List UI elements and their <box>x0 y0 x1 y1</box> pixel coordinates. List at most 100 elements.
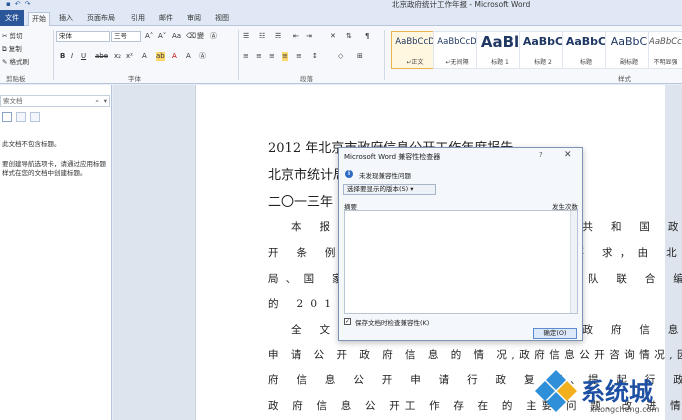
style-title[interactable]: AaBbC 标题 <box>562 31 610 69</box>
text-effects-icon[interactable]: A <box>142 52 147 61</box>
paragraph-group-label: 段落 <box>300 75 313 83</box>
style-preview: AaBbC <box>610 35 648 48</box>
style-preview: AaBbCcD <box>395 37 435 47</box>
window-title: 北京政府统计工作年报 - Microsoft Word <box>392 0 531 9</box>
nav-no-headings-text: 此文档不包含标题。 <box>2 140 61 148</box>
style-subtitle[interactable]: AaBbC 副标题 <box>605 31 653 69</box>
dropdown-icon[interactable]: ▾ <box>104 96 107 106</box>
grow-font-icon[interactable]: A˄ <box>145 32 153 41</box>
format-painter-button[interactable]: ✎ 格式刷 <box>2 56 29 66</box>
borders-icon[interactable]: ⊞ <box>357 52 363 61</box>
sort-icon[interactable]: ⇅ <box>346 32 352 41</box>
cut-label: 剪切 <box>9 32 23 40</box>
shrink-font-icon[interactable]: A˅ <box>158 32 166 41</box>
decrease-indent-icon[interactable]: ⇤ <box>293 32 299 41</box>
char-shading-icon[interactable]: A <box>186 52 191 61</box>
tab-references[interactable]: 引用 <box>128 12 148 26</box>
style-name: ↵正文 <box>406 59 424 66</box>
numbering-icon[interactable]: ☷ <box>259 32 265 41</box>
clear-format-icon[interactable]: ⌫ <box>186 32 196 41</box>
superscript-icon[interactable]: x² <box>126 52 133 61</box>
info-icon: i <box>345 170 353 178</box>
issues-list-scrollbar[interactable] <box>570 211 577 313</box>
justify-icon[interactable]: ≡ <box>282 52 288 61</box>
bullets-icon[interactable]: ☰ <box>243 32 249 41</box>
show-marks-icon[interactable]: ¶ <box>365 32 369 41</box>
chinese-layout-icon[interactable]: ✕ <box>330 32 336 41</box>
redo-icon[interactable]: ↷ <box>25 0 31 10</box>
ribbon-tabs: 文件 开始 插入 页面布局 引用 邮件 审阅 视图 <box>0 10 682 26</box>
font-name-select[interactable]: 宋体 <box>56 31 110 42</box>
search-icon[interactable]: ⌕ <box>95 96 99 106</box>
group-separator <box>53 30 54 80</box>
close-icon[interactable]: ✕ <box>564 150 572 160</box>
line-spacing-icon[interactable]: ↕ <box>312 52 318 61</box>
format-painter-label: 格式刷 <box>9 58 30 66</box>
style-heading-1[interactable]: AaBl 标题 1 <box>476 31 524 69</box>
style-preview: AaBbCcD <box>437 37 477 47</box>
enclose-char-icon[interactable]: Ⓐ <box>210 32 217 41</box>
cut-button[interactable]: ✂ 剪切 <box>2 30 23 40</box>
nav-pages-tab[interactable] <box>16 112 26 122</box>
underline-icon[interactable]: U <box>81 52 86 61</box>
increase-indent-icon[interactable]: ⇥ <box>306 32 312 41</box>
version-select-button[interactable]: 选择要显示的版本(S) ▾ <box>343 184 436 195</box>
multilevel-list-icon[interactable]: ☴ <box>275 32 281 41</box>
doc-paragraph-line: 申 请 公 开 政 府 信 息 的 情 况,政府信息公开咨询情况,因 政 <box>268 349 682 361</box>
distributed-icon[interactable]: ≡ <box>296 52 302 61</box>
change-case-icon[interactable]: Aa <box>172 32 181 41</box>
tab-insert[interactable]: 插入 <box>56 12 76 26</box>
undo-icon[interactable]: ↶ <box>15 0 21 10</box>
strikethrough-icon[interactable]: abe <box>95 52 108 61</box>
align-right-icon[interactable]: ≡ <box>269 52 275 61</box>
ok-button[interactable]: 确定(O) <box>533 328 577 339</box>
tab-mailings[interactable]: 邮件 <box>156 12 176 26</box>
shading-icon[interactable]: ◇ <box>338 52 343 61</box>
highlight-icon[interactable]: ab <box>156 52 165 61</box>
save-icon[interactable]: ▪ <box>6 0 11 10</box>
font-size-select[interactable]: 三号 <box>111 31 141 42</box>
doc-date-line: 二〇一三年 <box>268 195 334 210</box>
style-preview: AaBbCcD <box>649 37 682 47</box>
site-watermark: 系统城 xitongcheng.com <box>527 366 682 420</box>
tab-file[interactable]: 文件 <box>0 10 24 26</box>
nav-results-tab[interactable] <box>30 112 40 122</box>
style-preview: AaBbC <box>522 35 564 48</box>
align-left-icon[interactable]: ≡ <box>243 52 249 61</box>
styles-group-label: 样式 <box>618 75 631 83</box>
tab-home[interactable]: 开始 <box>28 12 50 26</box>
dialog-title: Microsoft Word 兼容性检查器 <box>344 153 441 161</box>
check-on-save-checkbox[interactable]: ✓ <box>344 318 351 325</box>
style-name: 标题 1 <box>491 59 509 66</box>
style-subtle-emphasis[interactable]: AaBbCcD 不明显强 <box>648 31 682 69</box>
issues-list[interactable] <box>344 210 578 314</box>
align-center-icon[interactable]: ≡ <box>256 52 262 61</box>
tab-view[interactable]: 视图 <box>212 12 232 26</box>
copy-button[interactable]: ⧉ 复制 <box>2 43 22 54</box>
watermark-logo-icon <box>535 370 577 412</box>
tab-review[interactable]: 审阅 <box>184 12 204 26</box>
doc-author-line: 北京市统计局 <box>268 168 347 183</box>
italic-icon[interactable]: I <box>71 52 73 61</box>
subscript-icon[interactable]: x₂ <box>114 52 121 61</box>
nav-search-input[interactable]: 索文档 ⌕ ▾ <box>0 95 110 107</box>
group-separator <box>238 30 239 80</box>
clipboard-group-label: 剪贴板 <box>6 75 26 83</box>
quick-access-toolbar: ▪ ↶ ↷ <box>6 0 31 10</box>
char-border-icon[interactable]: Ⓐ <box>199 52 206 61</box>
style-name: 标题 2 <box>534 59 552 66</box>
tab-page-layout[interactable]: 页面布局 <box>84 12 118 26</box>
compatibility-checker-dialog: Microsoft Word 兼容性检查器 ? ✕ i 未发现兼容性问题 选择要… <box>338 147 583 341</box>
style-name: 副标题 <box>619 59 638 66</box>
style-normal[interactable]: AaBbCcD ↵正文 <box>391 31 439 69</box>
nav-search-placeholder: 索文档 <box>3 97 23 105</box>
style-no-spacing[interactable]: AaBbCcD ↵无间隔 <box>433 31 481 69</box>
nav-headings-tab[interactable] <box>2 112 12 122</box>
group-separator <box>384 30 385 80</box>
style-heading-2[interactable]: AaBbC 标题 2 <box>519 31 567 69</box>
phonetic-icon[interactable]: 變 <box>197 32 204 41</box>
help-button[interactable]: ? <box>539 151 543 159</box>
bold-icon[interactable]: B <box>60 52 65 61</box>
font-color-icon[interactable]: A <box>172 52 177 61</box>
style-preview: AaBl <box>480 33 520 51</box>
